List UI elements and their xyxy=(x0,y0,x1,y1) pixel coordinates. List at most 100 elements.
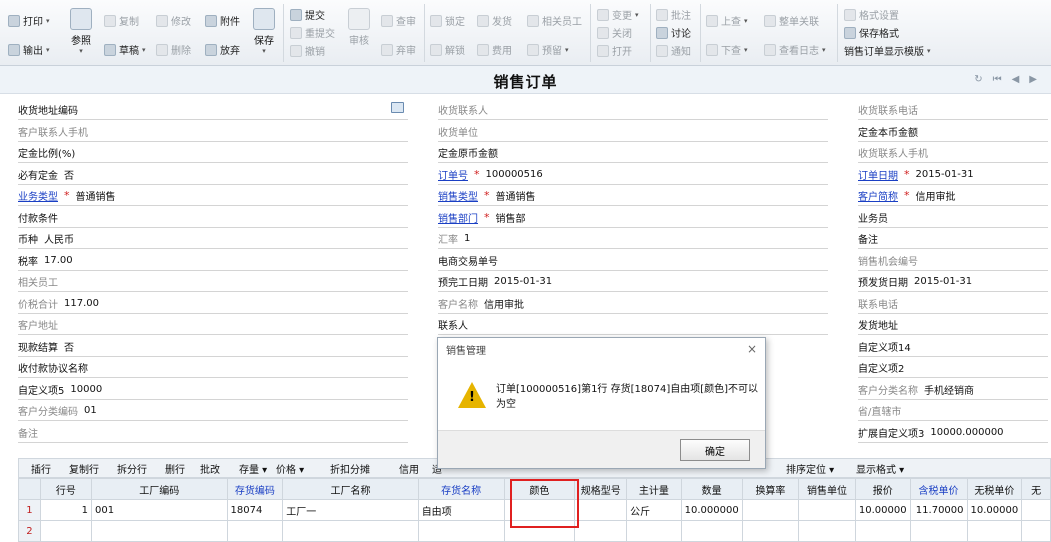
field-right-10[interactable]: 发货地址 xyxy=(858,315,1048,335)
field-right-0[interactable]: 收货联系电话 xyxy=(858,100,1048,120)
field-right-3[interactable]: 订单日期 * 2015-01-31 xyxy=(858,165,1048,185)
table-cell[interactable] xyxy=(282,520,419,542)
field-left-11[interactable]: 现款结算否 xyxy=(18,337,408,357)
table-cell[interactable]: 10.000000 xyxy=(680,499,743,521)
field-left-6[interactable]: 币种 人民币 xyxy=(18,229,408,249)
column-header-0[interactable] xyxy=(18,478,41,500)
table-cell[interactable]: 2 xyxy=(18,520,41,542)
column-header-3[interactable]: 存货编码 xyxy=(226,478,284,500)
table-cell[interactable]: 1 xyxy=(18,499,41,521)
column-header-14[interactable]: 无税单价 xyxy=(966,478,1023,500)
credit-button[interactable]: 信用 xyxy=(399,461,419,476)
table-cell[interactable] xyxy=(854,520,911,542)
unlock-button[interactable]: 解锁 xyxy=(430,42,465,57)
split-row-button[interactable]: 拆分行 xyxy=(117,461,147,476)
table-cell[interactable] xyxy=(741,499,800,521)
field-right-7[interactable]: 销售机会编号 xyxy=(858,251,1048,271)
next-icon[interactable]: ▶ xyxy=(1029,74,1037,85)
column-header-2[interactable]: 工厂编码 xyxy=(91,478,228,500)
field-mid-8[interactable]: 预完工日期 2015-01-31 xyxy=(438,272,828,292)
submit-button[interactable]: 提交 xyxy=(290,7,325,22)
next-query-button[interactable]: 下查 ▾ xyxy=(706,42,748,57)
table-cell[interactable]: 1 xyxy=(39,499,93,521)
field-right-2[interactable]: 收货联系人手机 xyxy=(858,143,1048,163)
field-label[interactable]: 业务类型 xyxy=(18,188,58,203)
column-header-7[interactable]: 规格型号 xyxy=(574,478,628,500)
related-staff-button[interactable]: 相关员工 xyxy=(527,13,582,28)
expense-button[interactable]: 费用 xyxy=(477,42,512,57)
export-button[interactable]: 输出 ▾ xyxy=(8,42,50,57)
table-cell[interactable]: 10.00000 xyxy=(854,499,911,521)
modify-button[interactable]: 修改 xyxy=(156,13,191,28)
first-icon[interactable]: ⏮ xyxy=(993,74,1002,85)
field-right-1[interactable]: 定金本币金额 xyxy=(858,122,1048,142)
abandon-audit-button[interactable]: 弃审 xyxy=(381,42,416,57)
audit-button[interactable]: 审核 xyxy=(348,8,370,47)
table-cell[interactable] xyxy=(626,520,682,542)
attachment-button[interactable]: 附件 xyxy=(205,13,240,28)
table-cell[interactable] xyxy=(39,520,93,542)
open-order-button[interactable]: 打开 xyxy=(597,43,632,58)
field-left-7[interactable]: 税率 17.00 xyxy=(18,251,408,271)
field-mid-1[interactable]: 收货单位 xyxy=(438,122,828,142)
view-log-button[interactable]: 查看日志 ▾ xyxy=(764,42,826,57)
column-header-13[interactable]: 含税单价 xyxy=(909,478,968,500)
table-cell[interactable] xyxy=(680,520,743,542)
insert-row-button[interactable]: 插行 xyxy=(31,461,51,476)
table-cell[interactable] xyxy=(966,520,1023,542)
table-cell[interactable]: 10.00000 xyxy=(966,499,1023,521)
table-cell[interactable] xyxy=(1021,520,1051,542)
prev-query-button[interactable]: 上查 ▾ xyxy=(706,13,748,28)
table-cell[interactable]: 公斤 xyxy=(626,499,682,521)
save-format-button[interactable]: 保存格式 xyxy=(844,25,899,40)
column-header-8[interactable]: 主计量 xyxy=(626,478,682,500)
stock-dropdown[interactable]: 存量 ▾ xyxy=(239,461,267,476)
table-cell[interactable] xyxy=(226,520,284,542)
field-right-8[interactable]: 预发货日期 2015-01-31 xyxy=(858,272,1048,292)
close-order-button[interactable]: 关闭 xyxy=(597,25,632,40)
field-mid-4[interactable]: 销售类型 * 普通销售 xyxy=(438,186,828,206)
price-dropdown[interactable]: 价格 ▾ xyxy=(276,461,304,476)
ship-button[interactable]: 发货 xyxy=(477,13,512,28)
notify-button[interactable]: 通知 xyxy=(656,43,691,58)
field-right-5[interactable]: 业务员 xyxy=(858,208,1048,228)
field-label[interactable]: 订单号 xyxy=(438,167,468,182)
resubmit-button[interactable]: 重提交 xyxy=(290,25,335,40)
field-left-13[interactable]: 自定义项5 10000 xyxy=(18,380,408,400)
field-label[interactable]: 客户简称 xyxy=(858,188,898,203)
field-mid-7[interactable]: 电商交易单号 xyxy=(438,251,828,271)
save-button[interactable]: 保存 ▾ xyxy=(253,8,275,55)
prepay-button[interactable]: 预留 ▾ xyxy=(527,42,569,57)
field-left-5[interactable]: 付款条件 xyxy=(18,208,408,228)
field-left-9[interactable]: 价税合计 117.00 xyxy=(18,294,408,314)
table-cell[interactable] xyxy=(1021,499,1051,521)
address-picker-icon[interactable] xyxy=(391,102,404,113)
field-left-4[interactable]: 业务类型 * 普通销售 xyxy=(18,186,408,206)
column-header-4[interactable]: 工厂名称 xyxy=(282,478,419,500)
field-left-10[interactable]: 客户地址 xyxy=(18,315,408,335)
table-cell[interactable]: 18074 xyxy=(226,499,284,521)
field-mid-10[interactable]: 联系人 xyxy=(438,315,828,335)
change-button[interactable]: 变更 ▾ xyxy=(597,7,639,22)
field-right-9[interactable]: 联系电话 xyxy=(858,294,1048,314)
table-cell[interactable] xyxy=(798,499,856,521)
field-mid-2[interactable]: 定金原币金额 xyxy=(438,143,828,163)
annotate-button[interactable]: 批注 xyxy=(656,7,691,22)
field-mid-6[interactable]: 汇率 1 xyxy=(438,229,828,249)
view-audit-button[interactable]: 查审 xyxy=(381,13,416,28)
display-format-dropdown[interactable]: 显示格式 ▾ xyxy=(856,461,904,476)
table-cell[interactable] xyxy=(909,520,968,542)
table-cell[interactable]: 11.70000 xyxy=(909,499,968,521)
delete-row-button[interactable]: 删行 xyxy=(165,461,185,476)
discard-button[interactable]: 放弃 xyxy=(205,42,240,57)
field-right-14[interactable]: 省/直辖市 xyxy=(858,401,1048,421)
draft-button[interactable]: 草稿 ▾ xyxy=(104,42,146,57)
close-icon[interactable]: × xyxy=(747,342,757,356)
table-cell[interactable] xyxy=(574,520,628,542)
field-label[interactable]: 销售部门 xyxy=(438,210,478,225)
field-left-14[interactable]: 客户分类编码 01 xyxy=(18,401,408,421)
field-right-12[interactable]: 自定义项2 xyxy=(858,358,1048,378)
copy-row-button[interactable]: 复制行 xyxy=(69,461,99,476)
field-left-2[interactable]: 定金比例(%) xyxy=(18,143,408,163)
table-cell[interactable] xyxy=(798,520,856,542)
